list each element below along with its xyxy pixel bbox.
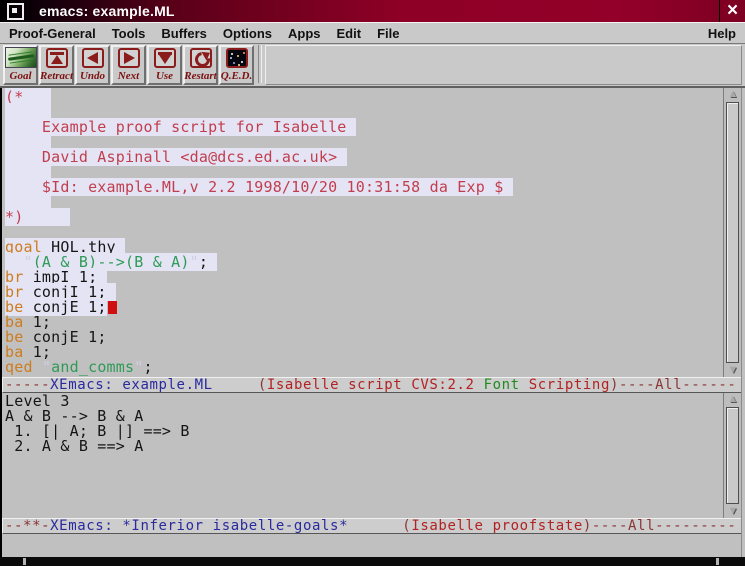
- script-line[interactable]: (*: [5, 90, 723, 105]
- toolbar-button-label: Retract: [40, 70, 73, 83]
- scroll-up-icon[interactable]: ▲: [726, 393, 740, 406]
- menu-item-buffers[interactable]: Buffers: [161, 26, 207, 41]
- scroll-down-icon[interactable]: ▼: [726, 505, 740, 518]
- proof-general-toolbar: Goal Retract Undo Next Use Restart Q.E.D.: [0, 44, 745, 88]
- frame-resize-notch[interactable]: [716, 558, 719, 565]
- window-title: emacs: example.ML: [39, 3, 175, 19]
- menu-item-apps[interactable]: Apps: [288, 26, 321, 41]
- menu-item-edit[interactable]: Edit: [337, 26, 362, 41]
- script-scrollbar-thumb[interactable]: [726, 102, 739, 363]
- close-button[interactable]: ×: [719, 0, 745, 22]
- menu-item-help[interactable]: Help: [708, 26, 736, 41]
- toolbar-button-label: Use: [156, 70, 173, 83]
- script-line[interactable]: "(A & B)-->(B & A)";: [5, 255, 723, 270]
- script-line[interactable]: David Aspinall <da@dcs.ed.ac.uk>: [5, 150, 723, 165]
- goals-scrollbar-thumb[interactable]: [726, 407, 739, 504]
- script-mode-line: -----XEmacs: example.ML (Isabelle script…: [2, 377, 742, 393]
- titlebar-separator: [30, 0, 31, 22]
- restart-circular-arrow-icon: [190, 48, 212, 68]
- toolbar-next-button[interactable]: Next: [111, 45, 146, 85]
- menu-item-proof-general[interactable]: Proof-General: [9, 26, 96, 41]
- frame-resize-notch[interactable]: [23, 558, 26, 565]
- text-cursor: [108, 301, 117, 314]
- close-icon: ×: [727, 0, 738, 22]
- window-menu-icon[interactable]: [7, 3, 24, 20]
- script-line[interactable]: *): [5, 210, 723, 225]
- goals-scrollbar[interactable]: ▲ ▼: [723, 393, 741, 518]
- frame-right-edge: [741, 88, 745, 557]
- menu-item-options[interactable]: Options: [223, 26, 272, 41]
- undo-left-arrow-icon: [82, 48, 104, 68]
- use-to-bottom-icon: [154, 48, 176, 68]
- qed-stars-icon: [226, 48, 248, 68]
- menu-bar: Proof-General Tools Buffers Options Apps Edit…: [0, 22, 745, 44]
- scroll-down-icon[interactable]: ▼: [726, 364, 740, 377]
- toolbar-restart-button[interactable]: Restart: [183, 45, 218, 85]
- toolbar-button-label: Goal: [10, 70, 32, 83]
- script-line[interactable]: $Id: example.ML,v 2.2 1998/10/20 10:31:5…: [5, 180, 723, 195]
- goals-buffer-window[interactable]: Level 3A & B --> B & A 1. [| A; B |] ==>…: [2, 393, 723, 518]
- toolbar-retract-button[interactable]: Retract: [39, 45, 74, 85]
- goals-mode-line: --**-XEmacs: *Inferior isabelle-goals* (…: [2, 518, 742, 534]
- script-line[interactable]: [5, 195, 723, 210]
- minibuffer[interactable]: [2, 534, 743, 557]
- toolbar-qed-button[interactable]: Q.E.D.: [219, 45, 254, 85]
- toolbar-button-label: Q.E.D.: [221, 70, 252, 83]
- menu-item-file[interactable]: File: [377, 26, 399, 41]
- scroll-up-icon[interactable]: ▲: [726, 88, 740, 101]
- script-scrollbar[interactable]: ▲ ▼: [723, 88, 741, 377]
- goals-line[interactable]: 2. A & B ==> A: [5, 439, 723, 454]
- toolbar-goal-button[interactable]: Goal: [3, 45, 38, 85]
- title-bar: emacs: example.ML ×: [0, 0, 745, 22]
- toolbar-undo-button[interactable]: Undo: [75, 45, 110, 85]
- script-line[interactable]: be conjE 1;: [5, 330, 723, 345]
- toolbar-button-label: Restart: [184, 70, 216, 83]
- toolbar-use-button[interactable]: Use: [147, 45, 182, 85]
- script-line[interactable]: be conjE 1;: [5, 300, 723, 315]
- toolbar-button-label: Undo: [80, 70, 105, 83]
- isabelle-logo-icon: [5, 47, 37, 68]
- next-right-arrow-icon: [118, 48, 140, 68]
- script-line[interactable]: br conjI 1;: [5, 285, 723, 300]
- script-buffer-window[interactable]: (* Example proof script for Isabelle Dav…: [2, 88, 723, 377]
- toolbar-button-label: Next: [118, 70, 139, 83]
- script-line[interactable]: ba 1;: [5, 315, 723, 330]
- toolbar-separator: [258, 45, 262, 83]
- retract-to-top-icon: [46, 48, 68, 68]
- menu-item-tools[interactable]: Tools: [112, 26, 146, 41]
- script-line[interactable]: Example proof script for Isabelle: [5, 120, 723, 135]
- toolbar-empty-area: [265, 45, 742, 85]
- script-line[interactable]: qed "and_comms";: [5, 360, 723, 375]
- frame-bottom-edge: [0, 557, 745, 566]
